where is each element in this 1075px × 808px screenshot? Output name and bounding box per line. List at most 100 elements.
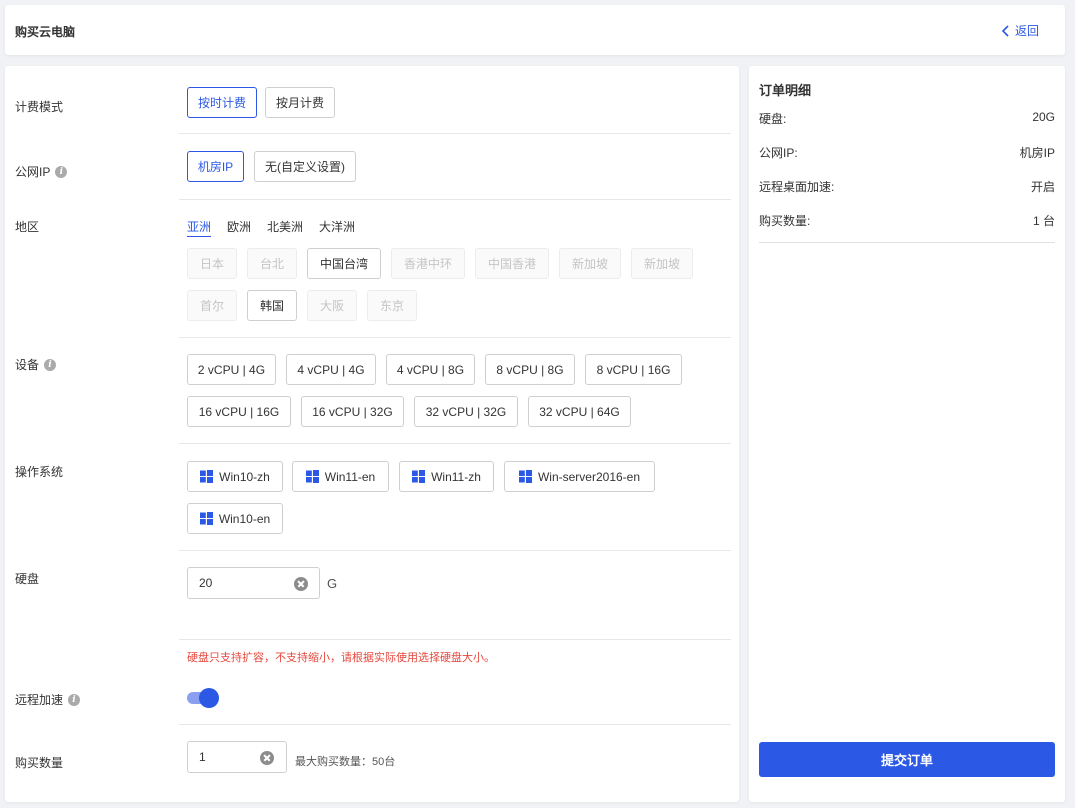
windows-icon <box>199 512 213 525</box>
os-option[interactable]: Win10-zh <box>187 461 283 492</box>
public-ip-custom-button[interactable]: 无(自定义设置) <box>254 151 356 182</box>
device-option[interactable]: 2 vCPU | 4G <box>187 354 276 385</box>
purchase-form: 计费模式 按时计费 按月计费 公网IP i 机房IP 无(自定义设置) 地区 亚… <box>5 66 739 802</box>
order-row-key: 硬盘: <box>759 112 787 126</box>
public-ip-datacenter-button[interactable]: 机房IP <box>187 151 244 182</box>
tab-asia[interactable]: 亚洲 <box>187 218 212 237</box>
toggle-knob <box>199 688 219 708</box>
os-option-label: Win11-en <box>324 469 376 484</box>
device-option[interactable]: 4 vCPU | 4G <box>286 354 376 385</box>
os-label: 操作系统 <box>15 463 63 480</box>
device-label-text: 设备 <box>15 358 40 372</box>
quantity-label-text: 购买数量 <box>15 756 64 770</box>
disk-size-input[interactable] <box>187 567 320 599</box>
divider <box>179 639 731 640</box>
billing-label-text: 计费模式 <box>15 100 64 114</box>
device-option[interactable]: 16 vCPU | 16G <box>187 396 291 427</box>
divider <box>179 337 731 338</box>
region-tokyo: 东京 <box>367 290 417 321</box>
quantity-field[interactable] <box>199 750 249 764</box>
os-option-label: Win-server2016-en <box>537 469 641 484</box>
page-title: 购买云电脑 <box>15 25 76 39</box>
os-option[interactable]: Win10-en <box>187 503 283 534</box>
region-taipei: 台北 <box>247 248 297 279</box>
remote-accel-label-text: 远程加速 <box>15 693 64 707</box>
divider <box>179 443 731 444</box>
order-row-key: 购买数量: <box>759 214 811 228</box>
order-summary: 订单明细 硬盘: 20G 公网IP: 机房IP 远程桌面加速: 开启 购买数量:… <box>749 66 1065 802</box>
billing-monthly-button[interactable]: 按月计费 <box>265 87 335 118</box>
region-label: 地区 <box>15 218 39 235</box>
device-option[interactable]: 16 vCPU | 32G <box>301 396 404 427</box>
os-option[interactable]: Win-server2016-en <box>504 461 655 492</box>
os-option[interactable]: Win11-zh <box>399 461 494 492</box>
disk-size-field[interactable] <box>199 576 279 590</box>
order-row-value: 开启 <box>1030 180 1055 194</box>
device-option[interactable]: 8 vCPU | 16G <box>585 354 682 385</box>
chevron-left-icon <box>1001 24 1009 37</box>
os-label-text: 操作系统 <box>15 465 64 479</box>
order-row-value: 机房IP <box>1019 146 1055 160</box>
quantity-label: 购买数量 <box>15 754 63 771</box>
disk-label: 硬盘 <box>15 570 39 587</box>
billing-hourly-button[interactable]: 按时计费 <box>187 87 257 118</box>
info-icon[interactable]: i <box>44 358 57 371</box>
order-row-value: 1 台 <box>1032 214 1055 228</box>
order-row-key: 远程桌面加速: <box>759 180 835 194</box>
region-korea[interactable]: 韩国 <box>247 290 297 321</box>
order-row-disk: 硬盘: 20G <box>759 110 1055 127</box>
region-singapore-1: 新加坡 <box>559 248 621 279</box>
region-seoul: 首尔 <box>187 290 237 321</box>
device-label: 设备 i <box>15 356 57 373</box>
region-japan: 日本 <box>187 248 237 279</box>
order-row-key: 公网IP: <box>759 146 798 160</box>
windows-icon <box>518 470 532 483</box>
device-option[interactable]: 4 vCPU | 8G <box>386 354 475 385</box>
disk-unit: G <box>327 576 338 591</box>
region-osaka: 大阪 <box>307 290 357 321</box>
order-row-value: 20G <box>1032 110 1055 124</box>
back-label: 返回 <box>1014 24 1039 38</box>
submit-order-button[interactable]: 提交订单 <box>759 742 1055 777</box>
billing-label: 计费模式 <box>15 98 63 115</box>
device-option[interactable]: 32 vCPU | 32G <box>414 396 518 427</box>
region-singapore-2: 新加坡 <box>631 248 693 279</box>
disk-warning: 硬盘只支持扩容，不支持缩小，请根据实际使用选择硬盘大小。 <box>187 652 495 664</box>
os-option-label: Win11-zh <box>431 469 481 484</box>
tab-europe[interactable]: 欧洲 <box>227 218 251 235</box>
clear-icon[interactable] <box>294 577 308 591</box>
quantity-hint: 最大购买数量：50台 <box>295 756 396 768</box>
region-label-text: 地区 <box>15 220 40 234</box>
windows-icon <box>200 470 214 483</box>
divider <box>179 550 731 551</box>
tab-north-america[interactable]: 北美洲 <box>267 218 303 235</box>
info-icon[interactable]: i <box>55 165 68 178</box>
windows-icon <box>412 470 426 483</box>
remote-accel-label: 远程加速 i <box>15 691 81 708</box>
region-hong-kong: 中国香港 <box>475 248 549 279</box>
os-option-label: Win10-zh <box>219 469 270 484</box>
device-option[interactable]: 8 vCPU | 8G <box>485 354 575 385</box>
os-option-label: Win10-en <box>218 511 271 526</box>
region-hk-central: 香港中环 <box>391 248 465 279</box>
public-ip-label: 公网IP i <box>15 163 68 180</box>
clear-icon[interactable] <box>260 751 274 765</box>
tab-oceania[interactable]: 大洋洲 <box>319 218 355 235</box>
info-icon[interactable]: i <box>68 693 81 706</box>
page-header: 购买云电脑 返回 <box>5 5 1065 55</box>
divider <box>179 199 731 200</box>
divider <box>179 133 731 134</box>
os-option[interactable]: Win11-en <box>292 461 389 492</box>
order-row-quantity: 购买数量: 1 台 <box>759 212 1055 229</box>
public-ip-label-text: 公网IP <box>15 165 51 179</box>
windows-icon <box>305 470 319 483</box>
back-button[interactable]: 返回 <box>1001 22 1039 39</box>
divider <box>179 724 731 725</box>
disk-label-text: 硬盘 <box>15 572 40 586</box>
device-option[interactable]: 32 vCPU | 64G <box>528 396 631 427</box>
order-row-public-ip: 公网IP: 机房IP <box>759 144 1055 161</box>
remote-accel-toggle[interactable] <box>187 688 219 708</box>
quantity-input[interactable] <box>187 741 287 773</box>
region-china-taiwan[interactable]: 中国台湾 <box>307 248 381 279</box>
divider <box>759 242 1055 243</box>
